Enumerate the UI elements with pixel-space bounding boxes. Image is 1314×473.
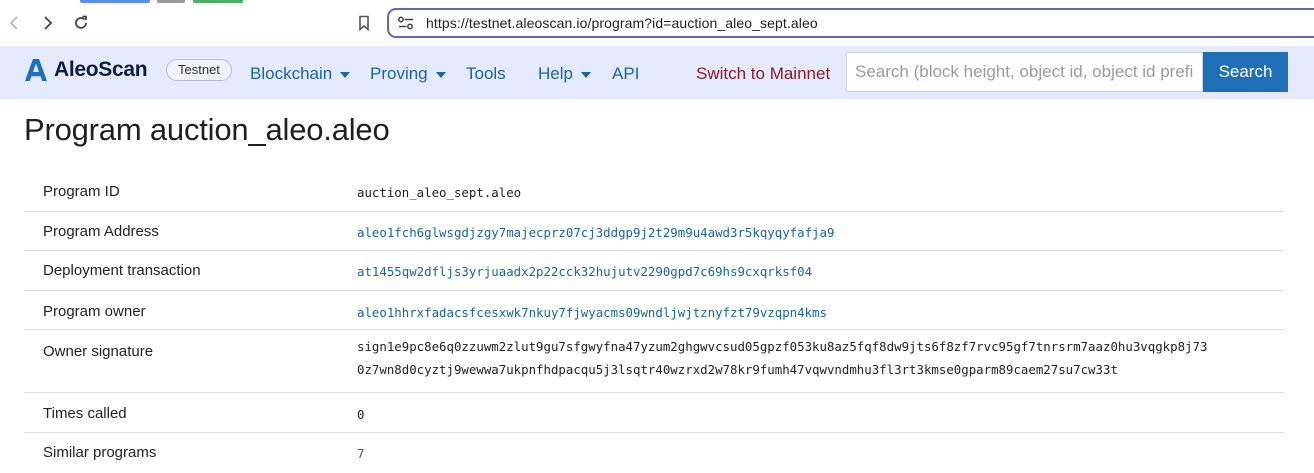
nav-tools[interactable]: Tools	[466, 64, 506, 84]
program-id-label: Program ID	[43, 183, 120, 200]
switch-to-mainnet-link[interactable]: Switch to Mainnet	[696, 64, 830, 84]
similar-programs-link[interactable]: 7	[357, 446, 364, 461]
tab-indicator	[193, 0, 243, 3]
network-badge: Testnet	[166, 59, 232, 81]
address-bar[interactable]: https://testnet.aleoscan.io/program?id=a…	[387, 8, 1314, 38]
back-arrow-icon	[9, 16, 18, 30]
brand-name: AleoScan	[54, 58, 148, 81]
bookmark-button[interactable]	[352, 11, 376, 35]
program-address-label: Program Address	[43, 223, 159, 240]
reload-icon	[75, 15, 87, 29]
browser-toolbar: https://testnet.aleoscan.io/program?id=a…	[0, 0, 1314, 46]
row-program-address: Program Address aleo1fch6glwsgdjzgy7maje…	[24, 212, 1284, 251]
chevron-down-icon	[340, 71, 351, 78]
program-id-value: auction_aleo_sept.aleo	[357, 185, 522, 200]
forward-button[interactable]	[35, 11, 59, 35]
owner-signature-line-1: sign1e9pc8e6q0zzuwm2zlut9gu7sfgwyfna47yz…	[357, 339, 1208, 354]
row-times-called: Times called 0	[24, 393, 1284, 433]
nav-blockchain[interactable]: Blockchain	[250, 64, 351, 84]
times-called-label: Times called	[43, 405, 127, 422]
search-button[interactable]: Search	[1203, 52, 1288, 92]
chevron-down-icon	[580, 71, 591, 78]
forward-arrow-icon	[44, 16, 53, 30]
nav-tools-label: Tools	[466, 64, 506, 83]
chevron-down-icon	[435, 71, 446, 78]
program-details-table: Program ID auction_aleo_sept.aleo Progra…	[24, 172, 1284, 473]
times-called-value: 0	[357, 407, 365, 422]
program-address-link[interactable]: aleo1fch6glwsgdjzgy7majecprz07cj3ddgp9j2…	[357, 225, 834, 240]
tab-indicator	[80, 0, 150, 3]
site-settings-icon[interactable]	[397, 15, 415, 31]
owner-signature-line-2: 0z7wn8d0cyztj9wewwa7ukpnfhdpacqu5j3lsqtr…	[357, 362, 1118, 377]
row-program-id: Program ID auction_aleo_sept.aleo	[24, 172, 1284, 212]
url-text[interactable]: https://testnet.aleoscan.io/program?id=a…	[426, 15, 818, 31]
reload-button[interactable]	[69, 11, 93, 35]
site-header: AleoScan Testnet Blockchain Proving Tool…	[0, 46, 1314, 99]
nav-proving-label: Proving	[370, 64, 428, 83]
program-owner-link[interactable]: aleo1hhrxfadacsfcesxwk7nkuy7fjwyacms09wn…	[357, 305, 827, 320]
row-program-owner: Program owner aleo1hhrxfadacsfcesxwk7nku…	[24, 291, 1284, 330]
nav-help-label: Help	[538, 64, 573, 83]
nav-help[interactable]: Help	[538, 64, 591, 84]
page-title: Program auction_aleo.aleo	[24, 112, 390, 147]
tab-indicator	[157, 0, 185, 3]
nav-api[interactable]: API	[612, 64, 639, 84]
row-owner-signature: Owner signature sign1e9pc8e6q0zzuwm2zlut…	[24, 330, 1284, 393]
logo[interactable]: AleoScan	[24, 58, 148, 82]
owner-signature-label: Owner signature	[43, 343, 154, 360]
deployment-transaction-link[interactable]: at1455qw2dfljs3yrjuaadx2p22cck32hujutv22…	[357, 264, 812, 279]
bookmark-icon	[359, 15, 369, 31]
nav-proving[interactable]: Proving	[370, 64, 446, 84]
program-owner-label: Program owner	[43, 303, 146, 320]
nav-blockchain-label: Blockchain	[250, 64, 333, 83]
row-deployment-transaction: Deployment transaction at1455qw2dfljs3yr…	[24, 251, 1284, 291]
search-input[interactable]	[846, 52, 1203, 92]
aleo-logo-icon	[25, 59, 47, 81]
nav-api-label: API	[612, 64, 640, 83]
similar-programs-label: Similar programs	[43, 444, 157, 461]
deployment-transaction-label: Deployment transaction	[43, 262, 201, 279]
row-similar-programs: Similar programs 7	[24, 433, 1284, 473]
back-button[interactable]	[3, 11, 27, 35]
